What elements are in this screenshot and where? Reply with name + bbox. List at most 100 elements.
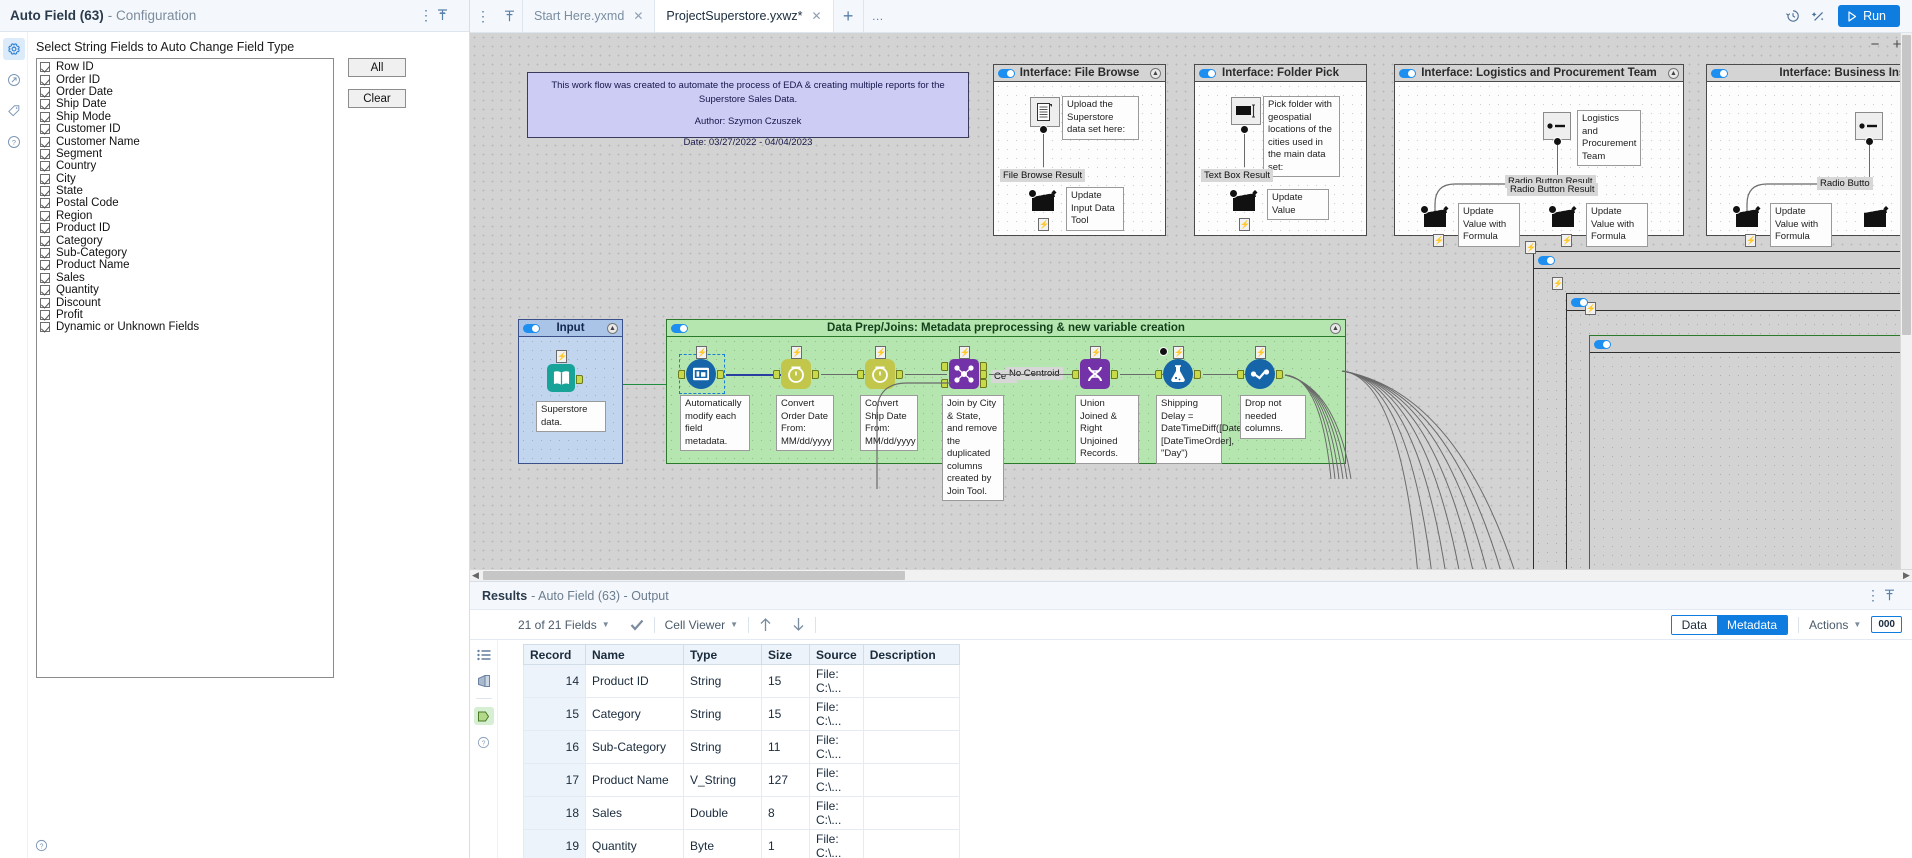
container-toggle[interactable]: [1711, 68, 1728, 78]
field-list-item[interactable]: Discount: [40, 296, 333, 309]
field-checkbox[interactable]: [40, 210, 50, 221]
field-checkbox[interactable]: [40, 198, 50, 209]
container-input[interactable]: Input ▲ ⚡ Superstore data.: [518, 319, 623, 464]
output-anchor[interactable]: [1111, 370, 1118, 379]
tool-formula[interactable]: [1155, 359, 1201, 389]
field-list-item[interactable]: Quantity: [40, 284, 333, 296]
table-row[interactable]: 15 Category String 15 File: C:\...: [523, 697, 960, 731]
field-list-item[interactable]: Postal Code: [40, 197, 333, 209]
note-pick-folder[interactable]: Pick folder with geospatial locations of…: [1263, 96, 1340, 178]
table-row[interactable]: 14 Product ID String 15 File: C:\...: [523, 664, 960, 698]
field-list-item[interactable]: Category: [40, 234, 333, 247]
kebab-menu-icon[interactable]: ⋮: [1862, 587, 1884, 604]
tool-action-update-formula-1[interactable]: [1420, 202, 1452, 230]
container-interface-logistics[interactable]: Interface: Logistics and Procurement Tea…: [1394, 64, 1684, 247]
field-checkbox[interactable]: [40, 272, 50, 283]
tool-join[interactable]: [941, 359, 987, 389]
field-checkbox[interactable]: [40, 62, 50, 73]
tag-icon[interactable]: [3, 100, 25, 122]
field-list-item[interactable]: State: [40, 185, 333, 197]
workflow-canvas[interactable]: − + This work flow was created to automa…: [470, 33, 1912, 581]
container-toggle[interactable]: [998, 68, 1015, 78]
collapse-icon[interactable]: ▲: [1330, 323, 1341, 334]
note-update-formula-1[interactable]: Update Value with Formula: [1458, 203, 1520, 247]
magic-wand-icon[interactable]: [1806, 0, 1832, 32]
container-toggle[interactable]: [1199, 68, 1216, 78]
field-list-item[interactable]: Product Name: [40, 259, 333, 271]
container-toggle[interactable]: [1399, 68, 1416, 78]
field-list-item[interactable]: City: [40, 173, 333, 185]
field-checkbox[interactable]: [40, 173, 50, 184]
container-toggle[interactable]: [1594, 339, 1611, 349]
output-anchor[interactable]: [1276, 370, 1283, 379]
input-anchor[interactable]: [1072, 370, 1079, 379]
tool-union[interactable]: [1072, 359, 1118, 389]
collapse-icon[interactable]: ▲: [1668, 68, 1679, 79]
help-icon[interactable]: ?: [3, 131, 25, 153]
field-checkbox[interactable]: [40, 322, 50, 333]
kebab-menu-icon[interactable]: ⋮: [470, 0, 496, 32]
note-convert-order-date[interactable]: Convert Order Date From: MM/dd/yyyy: [776, 395, 834, 452]
note-update-formula-2[interactable]: Update Value with Formula: [1586, 203, 1648, 247]
vscroll-thumb[interactable]: [1902, 35, 1911, 335]
table-row[interactable]: 17 Product Name V_String 127 File: C:\...: [523, 763, 960, 797]
note-union[interactable]: Union Joined & Right Unjoined Records.: [1075, 395, 1139, 464]
tab-project-superstore[interactable]: ProjectSuperstore.yxwz* ✕: [655, 0, 834, 32]
zoom-out-button[interactable]: −: [1868, 37, 1882, 53]
tool-datetime-order[interactable]: [773, 359, 819, 389]
help-circle-icon[interactable]: ?: [35, 839, 48, 852]
container-nested-inner-green[interactable]: [1589, 335, 1912, 581]
output-anchor-j[interactable]: [980, 370, 987, 379]
container-data-prep-joins[interactable]: Data Prep/Joins: Metadata preprocessing …: [666, 319, 1352, 502]
hscroll-thumb[interactable]: [483, 571, 905, 580]
tool-action-update-input[interactable]: [1028, 186, 1060, 214]
input-anchor[interactable]: [1237, 370, 1244, 379]
field-list-item[interactable]: Country: [40, 160, 333, 172]
arrow-up-icon[interactable]: [749, 617, 782, 632]
workflow-comment-box[interactable]: This work flow was created to automate t…: [527, 72, 969, 148]
run-history-icon[interactable]: [1780, 0, 1806, 32]
tool-radio-button[interactable]: [1855, 112, 1883, 146]
tool-file-browse[interactable]: [1030, 97, 1060, 127]
field-checkbox[interactable]: [40, 297, 50, 308]
tool-radio-button[interactable]: [1543, 112, 1571, 146]
field-checkbox[interactable]: [40, 186, 50, 197]
field-checkbox[interactable]: [40, 235, 50, 246]
note-auto-field[interactable]: Automatically modify each field metadata…: [680, 395, 750, 452]
field-list-item[interactable]: Ship Date: [40, 98, 333, 110]
actions-menu[interactable]: Actions ▼: [1799, 618, 1871, 632]
note-update-input-data-tool[interactable]: Update Input Data Tool: [1066, 187, 1124, 231]
tool-action-update-formula-4[interactable]: [1862, 202, 1892, 230]
scroll-left-icon[interactable]: ◀: [470, 570, 481, 581]
output-anchor[interactable]: [812, 370, 819, 379]
output-anchor[interactable]: [1194, 370, 1201, 379]
record-count-badge[interactable]: 000: [1871, 616, 1902, 633]
kebab-menu-icon[interactable]: ⋮: [415, 7, 437, 24]
field-checkbox[interactable]: [40, 148, 50, 159]
container-nested-outer[interactable]: ⚡ ⚡: [1533, 251, 1912, 581]
container-interface-folder-pick[interactable]: Interface: Folder Pick Pick folder with …: [1194, 64, 1367, 236]
zoom-in-button[interactable]: +: [1890, 37, 1904, 53]
note-logistics-team[interactable]: Logistics and Procurement Team: [1577, 110, 1641, 167]
select-all-button[interactable]: All: [348, 58, 406, 77]
pin-icon[interactable]: [1884, 589, 1906, 602]
close-icon[interactable]: ✕: [812, 9, 822, 23]
metadata-grid-wrapper[interactable]: Record Name Type Size Source Description…: [498, 640, 1912, 858]
clear-all-button[interactable]: Clear: [348, 89, 406, 108]
column-header-source[interactable]: Source: [809, 644, 864, 665]
note-update-formula-3[interactable]: Update Value with Formula: [1770, 203, 1832, 247]
table-row[interactable]: 18 Sales Double 8 File: C:\...: [523, 796, 960, 830]
field-checkbox[interactable]: [40, 161, 50, 172]
container-toggle[interactable]: [1571, 297, 1588, 307]
pin-icon[interactable]: [496, 0, 522, 32]
field-checkbox[interactable]: [40, 124, 50, 135]
container-nested-middle[interactable]: ⚡: [1566, 293, 1912, 581]
checkmark-icon[interactable]: [620, 619, 654, 631]
note-superstore-data[interactable]: Superstore data.: [536, 401, 606, 433]
output-anchor[interactable]: [896, 370, 903, 379]
tool-action-update-value[interactable]: [1229, 186, 1261, 214]
field-list-item[interactable]: Product ID: [40, 222, 333, 234]
tab-metadata[interactable]: Metadata: [1716, 615, 1788, 634]
table-row[interactable]: 16 Sub-Category String 11 File: C:\...: [523, 730, 960, 764]
output-anchor-r[interactable]: [980, 379, 987, 388]
